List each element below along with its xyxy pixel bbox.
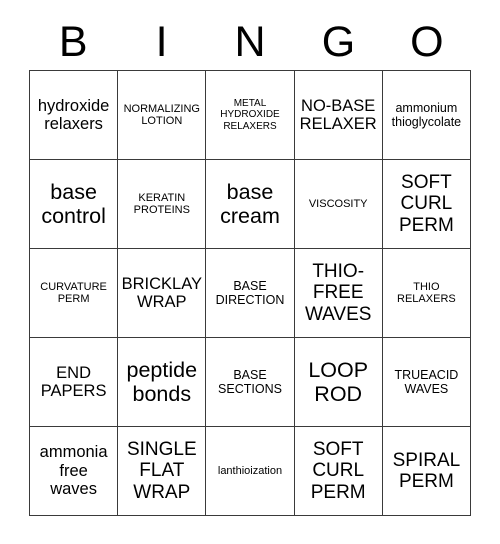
bingo-cell-r5c4[interactable]: SOFT CURL PERM [294,427,383,516]
bingo-cell-label: lanthioization [217,464,283,477]
bingo-cell-label: KERATIN PROTEINS [133,191,190,216]
bingo-cell-label: LOOP ROD [308,357,369,406]
bingo-cell-r1c5[interactable]: ammonium thioglycolate [382,71,471,160]
bingo-header-letter-i: I [155,17,168,66]
bingo-header-letter-b: B [58,17,88,66]
bingo-cell-r4c1[interactable]: END PAPERS [30,338,119,427]
bingo-cell-label: TRUEACID WAVES [394,368,459,396]
bingo-cell-label: CURVATURE PERM [40,280,107,305]
bingo-cell-label: THIO- FREE WAVES [304,261,372,325]
bingo-cell-r1c4[interactable]: NO-BASE RELAXER [294,71,383,160]
bingo-cell-label: SOFT CURL PERM [310,439,366,503]
bingo-cell-label: ammonia free waves [39,443,108,499]
bingo-header: B I N G O [29,14,471,70]
bingo-cell-r5c1[interactable]: ammonia free waves [30,427,119,516]
bingo-cell-r4c2[interactable]: peptide bonds [118,338,207,427]
bingo-cell-r2c3[interactable]: base cream [206,160,295,249]
bingo-header-letter-n: N [234,17,266,66]
bingo-grid: hydroxide relaxers NORMALIZING LOTION ME… [29,70,471,516]
bingo-cell-r3c4[interactable]: THIO- FREE WAVES [294,249,383,338]
bingo-cell-r5c2[interactable]: SINGLE FLAT WRAP [118,427,207,516]
bingo-cell-r5c5[interactable]: SPIRAL PERM [382,427,471,516]
bingo-cell-label: METAL HYDROXIDE RELAXERS [220,98,280,132]
bingo-cell-r4c5[interactable]: TRUEACID WAVES [382,338,471,427]
bingo-cell-label: BASE SECTIONS [218,368,282,396]
bingo-cell-label: SPIRAL PERM [392,449,461,492]
bingo-cell-label: ammonium thioglycolate [391,101,462,129]
bingo-cell-label: peptide bonds [126,357,198,406]
bingo-cell-label: THIO RELAXERS [397,280,456,305]
bingo-cell-label: SOFT CURL PERM [398,172,454,236]
bingo-cell-label: base control [41,179,106,228]
bingo-cell-r2c5[interactable]: SOFT CURL PERM [382,160,471,249]
bingo-cell-r4c3[interactable]: BASE SECTIONS [206,338,295,427]
bingo-cell-label: BASE DIRECTION [215,279,285,307]
bingo-cell-r4c4[interactable]: LOOP ROD [294,338,383,427]
bingo-cell-r2c2[interactable]: KERATIN PROTEINS [118,160,207,249]
bingo-cell-label: hydroxide relaxers [37,96,110,133]
bingo-cell-r3c3[interactable]: BASE DIRECTION [206,249,295,338]
bingo-cell-r1c3[interactable]: METAL HYDROXIDE RELAXERS [206,71,295,160]
bingo-header-letter-g: G [321,17,356,66]
bingo-cell-r3c2[interactable]: BRICKLAY WRAP [118,249,207,338]
bingo-cell-r3c1[interactable]: CURVATURE PERM [30,249,119,338]
bingo-cell-r2c1[interactable]: base control [30,160,119,249]
bingo-cell-r1c2[interactable]: NORMALIZING LOTION [118,71,207,160]
bingo-cell-label: NO-BASE RELAXER [299,96,377,133]
bingo-cell-r3c5[interactable]: THIO RELAXERS [382,249,471,338]
bingo-cell-label: NORMALIZING LOTION [123,102,200,127]
bingo-cell-label: VISCOSITY [308,197,368,210]
bingo-cell-label: base cream [220,179,280,228]
bingo-cell-label: SINGLE FLAT WRAP [126,439,197,503]
bingo-header-letter-o: O [410,17,444,66]
bingo-cell-r5c3[interactable]: lanthioization [206,427,295,516]
bingo-cell-label: END PAPERS [40,363,107,400]
bingo-cell-r2c4[interactable]: VISCOSITY [294,160,383,249]
bingo-cell-label: BRICKLAY WRAP [121,274,202,311]
bingo-card: B I N G O hydroxide relaxers NORMALIZING… [0,0,500,544]
bingo-cell-r1c1[interactable]: hydroxide relaxers [30,71,119,160]
